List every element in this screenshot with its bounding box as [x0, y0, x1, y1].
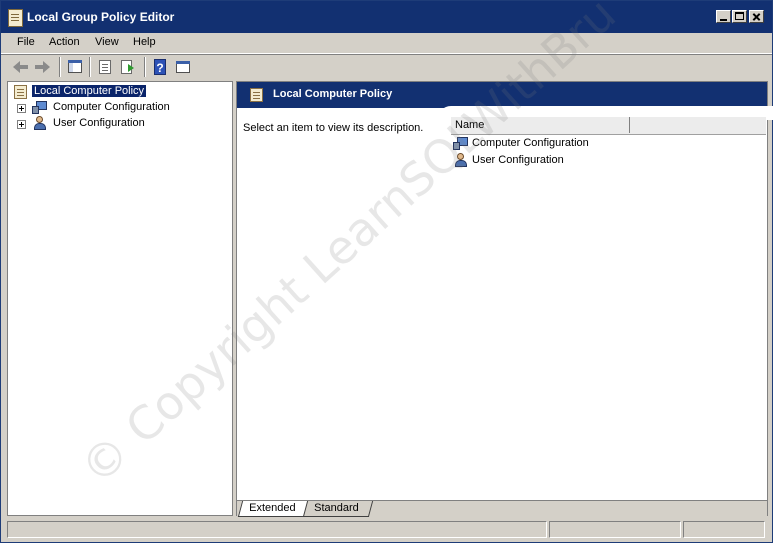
- details-title: Local Computer Policy: [273, 88, 393, 100]
- tab-standard[interactable]: Standard: [302, 501, 374, 517]
- tree-item-user-configuration[interactable]: User Configuration: [8, 116, 228, 132]
- toolbar-separator: [144, 57, 145, 77]
- menu-help[interactable]: Help: [133, 36, 156, 48]
- toolbar-separator: [59, 57, 60, 77]
- user-icon: [32, 116, 48, 131]
- show-hide-action-pane-icon[interactable]: [174, 58, 192, 76]
- console-tree[interactable]: Local Computer Policy Computer Configura…: [7, 81, 233, 516]
- title-bar[interactable]: Local Group Policy Editor: [1, 1, 772, 33]
- tree-item-local-computer-policy[interactable]: Local Computer Policy: [8, 84, 228, 100]
- window-title: Local Group Policy Editor: [27, 10, 175, 24]
- back-arrow-icon[interactable]: [11, 58, 29, 76]
- policy-scroll-icon: [14, 85, 27, 99]
- tab-label: Extended: [249, 502, 296, 514]
- status-segment: [7, 521, 547, 538]
- menu-bar: File Action View Help: [1, 33, 772, 54]
- list-item-computer-configuration[interactable]: Computer Configuration: [453, 136, 653, 152]
- details-header: Local Computer Policy: [237, 82, 767, 108]
- computer-icon: [32, 100, 48, 115]
- description-text: Select an item to view its description.: [243, 122, 424, 134]
- menu-action[interactable]: Action: [49, 36, 80, 48]
- list-header: Name: [451, 117, 766, 135]
- menu-view[interactable]: View: [95, 36, 119, 48]
- list-item-label: Computer Configuration: [472, 137, 589, 149]
- policy-scroll-icon: [250, 88, 263, 102]
- properties-icon[interactable]: [96, 58, 114, 76]
- computer-icon: [453, 136, 469, 151]
- expand-icon[interactable]: [17, 120, 26, 129]
- user-icon: [453, 153, 469, 168]
- group-policy-app-icon: [8, 9, 23, 27]
- show-hide-tree-icon[interactable]: [66, 58, 84, 76]
- status-bar: [1, 519, 772, 540]
- column-header-label: Name: [455, 119, 485, 131]
- forward-arrow-icon[interactable]: [34, 58, 52, 76]
- export-list-icon[interactable]: [119, 58, 137, 76]
- help-icon[interactable]: [151, 58, 169, 76]
- tree-item-computer-configuration[interactable]: Computer Configuration: [8, 100, 228, 116]
- list-item-user-configuration[interactable]: User Configuration: [453, 153, 653, 169]
- minimize-button[interactable]: [716, 10, 731, 23]
- list-item-label: User Configuration: [472, 154, 564, 166]
- column-header-name[interactable]: Name: [451, 117, 630, 133]
- details-pane: Local Computer Policy Select an item to …: [236, 81, 773, 517]
- close-button[interactable]: [749, 10, 764, 23]
- menu-file[interactable]: File: [17, 36, 35, 48]
- tree-item-label: User Configuration: [53, 117, 145, 129]
- main-window: Local Group Policy Editor File Action Vi…: [0, 0, 773, 543]
- maximize-button[interactable]: [732, 10, 747, 23]
- toolbar-separator: [89, 57, 90, 77]
- toolbar: [1, 54, 772, 79]
- tab-label: Standard: [314, 502, 359, 514]
- status-segment: [549, 521, 681, 538]
- tree-item-label: Local Computer Policy: [32, 85, 147, 97]
- status-segment: [683, 521, 765, 538]
- view-tabs: Extended Standard: [237, 500, 767, 517]
- tree-item-label: Computer Configuration: [53, 101, 170, 113]
- expand-icon[interactable]: [17, 104, 26, 113]
